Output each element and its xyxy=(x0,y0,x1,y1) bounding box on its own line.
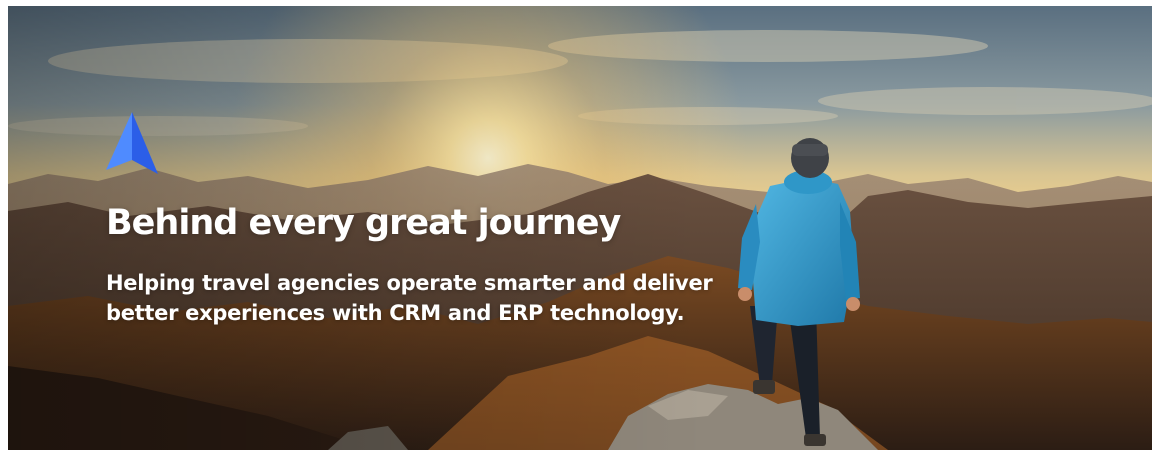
logo-left-half xyxy=(106,112,132,170)
hero-headline: Behind every great journey xyxy=(106,203,621,243)
logo-right-half xyxy=(132,112,158,174)
hero-subline-line-1: Helping travel agencies operate smarter … xyxy=(106,271,713,295)
hero-subline: Helping travel agencies operate smarter … xyxy=(106,268,806,328)
arrow-up-logo-icon xyxy=(106,112,158,174)
hero-subline-line-2: better experiences with CRM and ERP tech… xyxy=(106,301,685,325)
hero-banner: Behind every great journey Helping trave… xyxy=(8,6,1152,450)
